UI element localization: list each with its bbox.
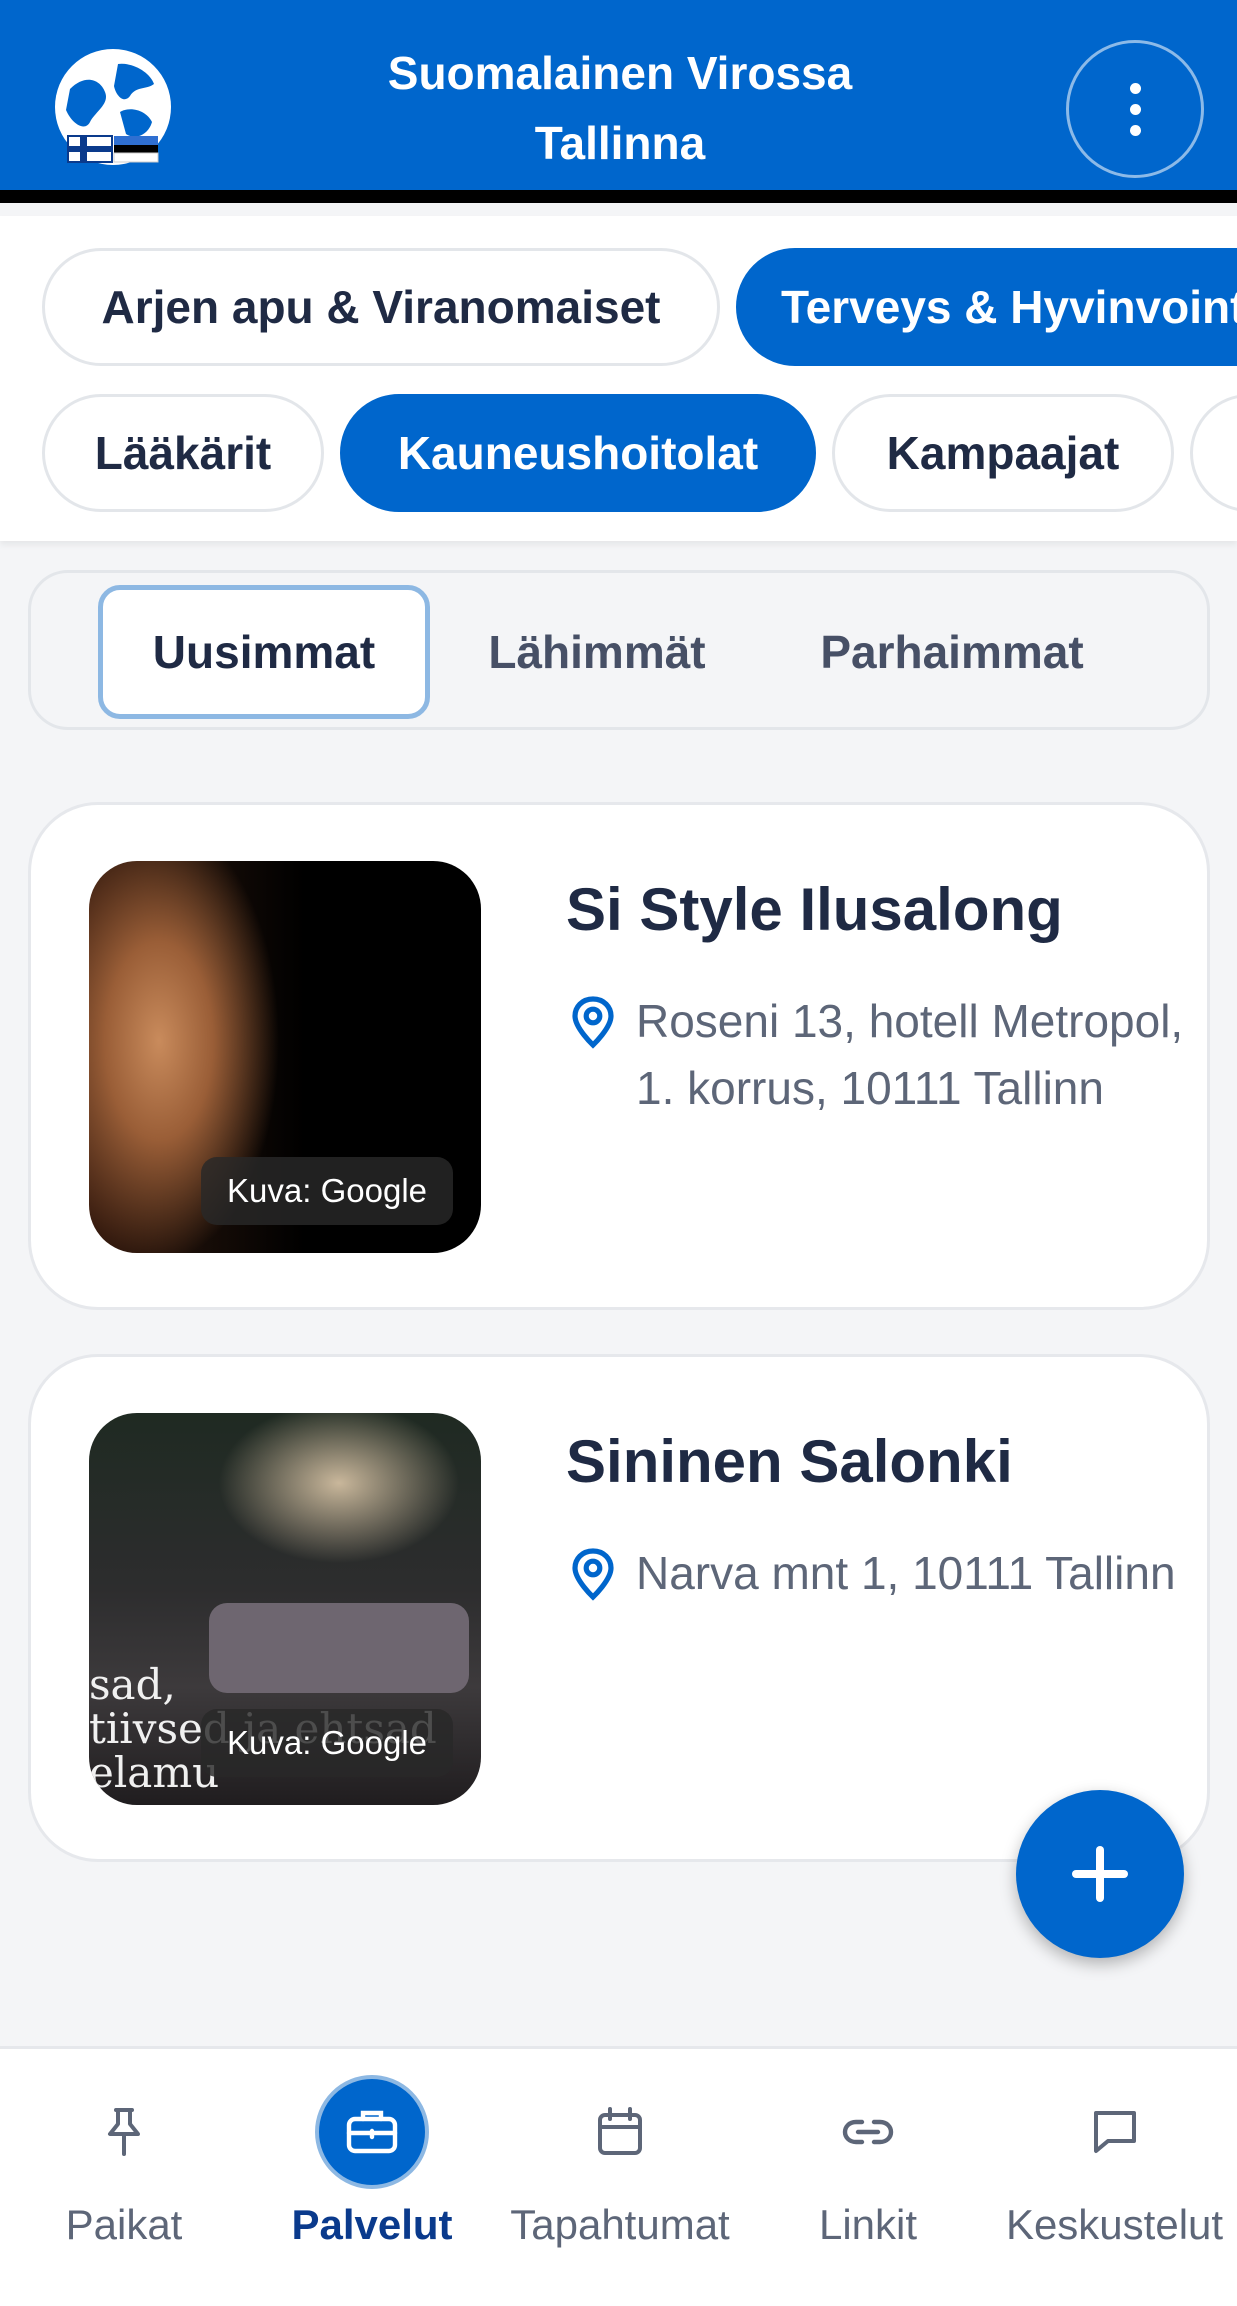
location-pin-icon — [572, 996, 614, 1049]
nav-label: Keskustelut — [1005, 2201, 1224, 2248]
app-logo-icon[interactable] — [50, 44, 176, 170]
category-chip-arjen-apu[interactable]: Arjen apu & Viranomaiset — [42, 248, 720, 366]
sort-tab-newest[interactable]: Uusimmat — [98, 585, 430, 719]
subcategory-chip-kampaajat[interactable]: Kampaajat — [832, 394, 1174, 512]
nav-item-tapahtumat[interactable]: Tapahtumat — [496, 2060, 744, 2260]
nav-label: Tapahtumat — [510, 2201, 730, 2248]
image-credit-badge: Kuva: Google — [201, 1157, 453, 1225]
subcategory-chip-laakarit[interactable]: Lääkärit — [42, 394, 324, 512]
nav-item-keskustelut[interactable]: Keskustelut — [992, 2060, 1237, 2260]
pin-icon — [67, 2075, 181, 2189]
add-button[interactable] — [1016, 1790, 1184, 1958]
calendar-icon — [563, 2075, 677, 2189]
location-pin-icon — [572, 1548, 614, 1601]
category-chip-terveys[interactable]: Terveys & Hyvinvointi — [736, 248, 1237, 366]
page-title: Suomalainen Virossa Tallinna — [280, 38, 960, 178]
plus-icon — [1072, 1846, 1128, 1902]
nav-label: Palvelut — [291, 2201, 453, 2248]
listing-image: Kuva: Google — [89, 861, 481, 1253]
briefcase-icon — [315, 2075, 429, 2189]
more-vertical-icon-dot — [1129, 103, 1141, 115]
listing-address: Narva mnt 1, 10111 Tallinn — [636, 1547, 1176, 1599]
listing-card[interactable]: Kuva: Google Si Style Ilusalong Roseni 1… — [28, 802, 1210, 1310]
chat-icon — [1058, 2075, 1172, 2189]
listing-image: sad, tiivsed ja ehtsad elamu Kuva: Googl… — [89, 1413, 481, 1805]
nav-item-paikat[interactable]: Paikat — [0, 2060, 248, 2260]
nav-label: Linkit — [818, 2201, 918, 2248]
app-header: Suomalainen Virossa Tallinna — [0, 0, 1237, 203]
listing-title: Si Style Ilusalong — [566, 876, 1063, 943]
nav-item-linkit[interactable]: Linkit — [744, 2060, 992, 2260]
image-text-1: sad, — [89, 1660, 176, 1709]
nav-item-palvelut[interactable]: Palvelut — [248, 2060, 496, 2260]
subcategory-chip-more[interactable] — [1190, 394, 1237, 512]
more-vertical-icon — [1129, 82, 1141, 94]
subcategory-chip-kauneushoitolat[interactable]: Kauneushoitolat — [340, 394, 816, 512]
sort-tab-best[interactable]: Parhaimmat — [776, 585, 1128, 719]
more-menu-button[interactable] — [1066, 40, 1204, 178]
listing-title: Sininen Salonki — [566, 1428, 1013, 1495]
listing-card[interactable]: sad, tiivsed ja ehtsad elamu Kuva: Googl… — [28, 1354, 1210, 1862]
image-credit-badge: Kuva: Google — [201, 1709, 453, 1777]
nav-label: Paikat — [65, 2201, 183, 2248]
title-line-2: Tallinna — [534, 117, 706, 169]
more-vertical-icon-dot — [1129, 124, 1141, 136]
title-line-1: Suomalainen Virossa — [387, 47, 853, 99]
category-bar: Arjen apu & Viranomaiset Terveys & Hyvin… — [0, 216, 1237, 541]
sort-tab-nearest[interactable]: Lähimmät — [450, 585, 744, 719]
listing-address: Roseni 13, hotell Metropol, 1. korrus, 1… — [636, 995, 1184, 1114]
link-icon — [811, 2075, 925, 2189]
